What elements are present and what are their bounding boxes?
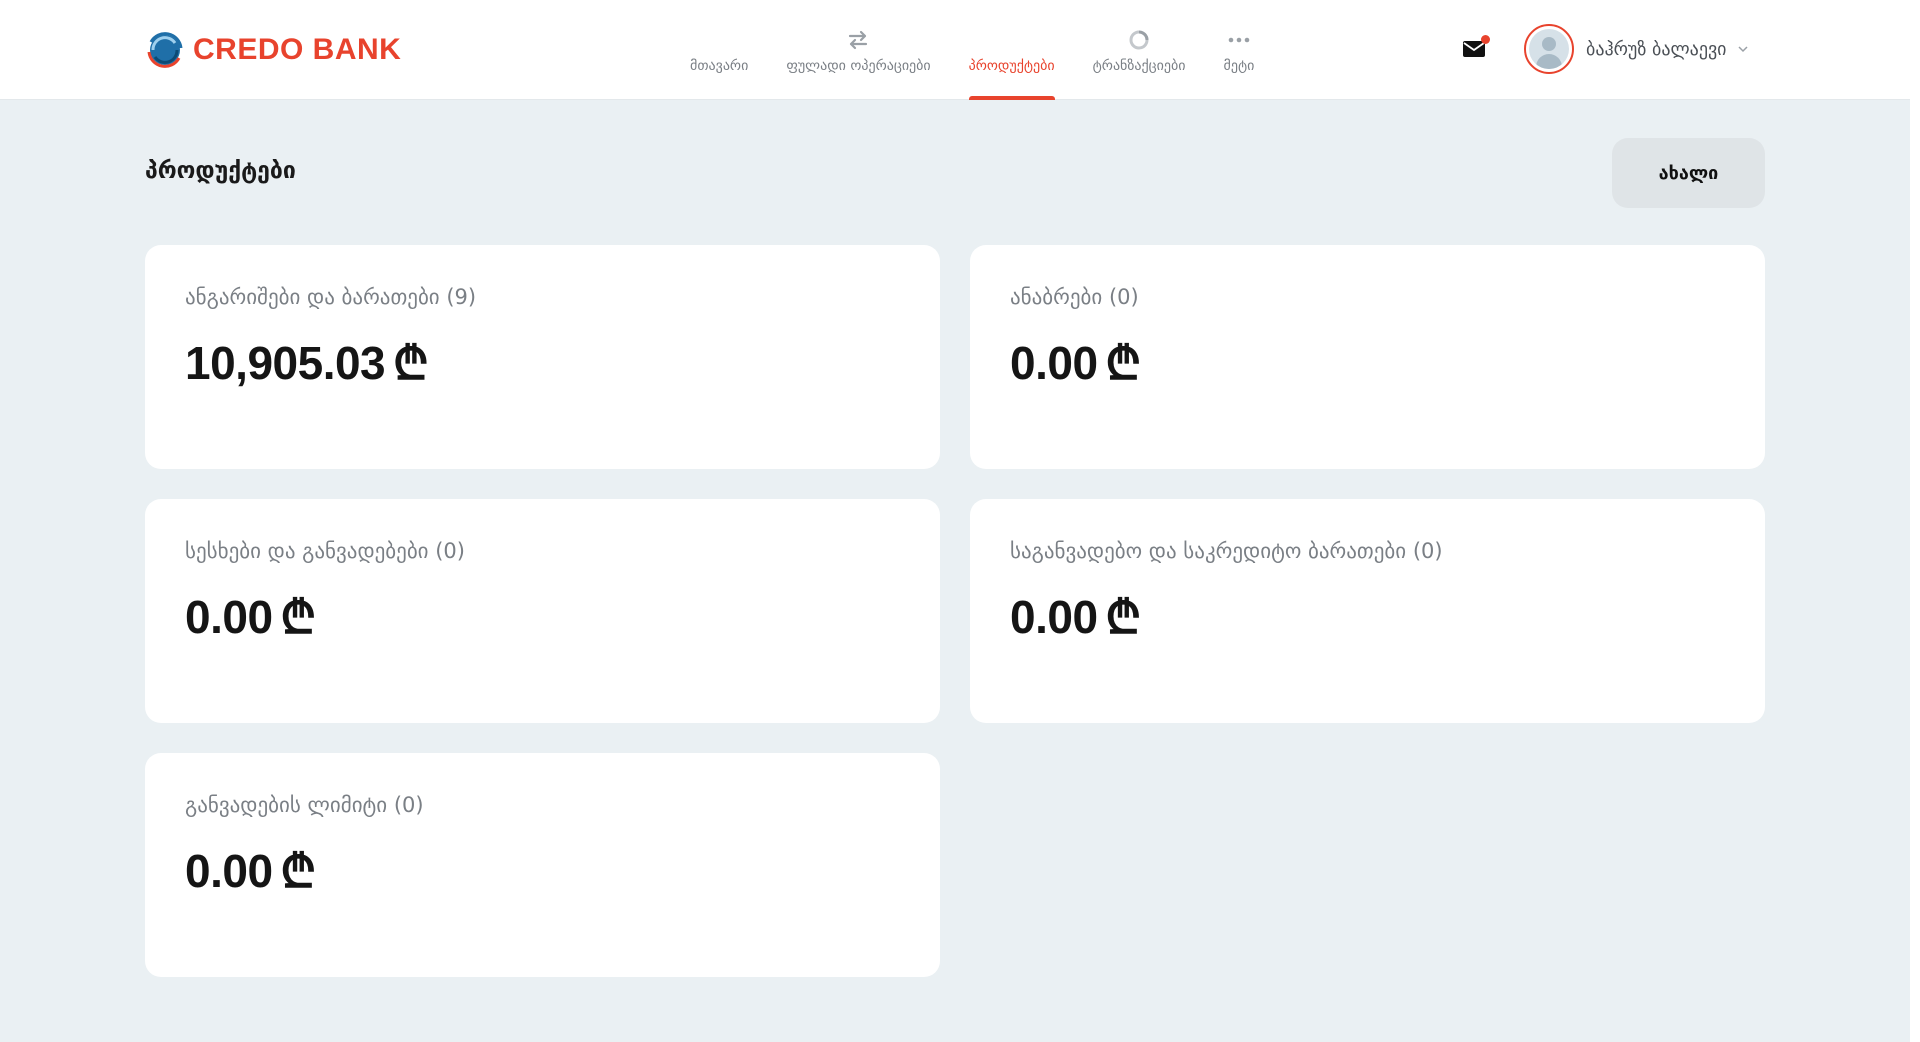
- top-header: CREDO BANK მთავარი ფულადი ოპერაციები პრო…: [0, 0, 1910, 100]
- lari-currency-icon: ₾: [1105, 591, 1141, 643]
- product-card-installment-limit[interactable]: განვადების ლიმიტი (0) 0.00 ₾: [145, 753, 940, 977]
- page-scrollbar[interactable]: [1910, 0, 1920, 1042]
- credo-bank-logo[interactable]: CREDO BANK: [145, 30, 401, 70]
- user-avatar-icon: [1529, 29, 1569, 69]
- chevron-down-icon: [1737, 46, 1748, 53]
- user-name: ბაჰრუზ ბალაევი: [1586, 38, 1727, 60]
- lari-currency-icon: ₾: [393, 337, 429, 389]
- product-card-loans[interactable]: სესხები და განვადებები (0) 0.00 ₾: [145, 499, 940, 723]
- card-amount: 10,905.03 ₾: [185, 337, 429, 389]
- main-nav: მთავარი ფულადი ოპერაციები პროდუქტები ტრა…: [690, 0, 1292, 100]
- notification-badge: [1481, 35, 1490, 44]
- product-card-credit-cards[interactable]: საგანვადებო და საკრედიტო ბარათები (0) 0.…: [970, 499, 1765, 723]
- card-amount: 0.00 ₾: [185, 845, 316, 897]
- mail-button[interactable]: [1462, 35, 1490, 62]
- nav-item-transactions[interactable]: ტრანზაქციები: [1093, 0, 1186, 100]
- transfer-arrows-icon: [847, 28, 869, 52]
- card-amount: 0.00 ₾: [185, 591, 316, 643]
- brand-name: CREDO BANK: [193, 33, 402, 66]
- card-title: სესხები და განვადებები (0): [185, 539, 465, 563]
- user-menu[interactable]: ბაჰრუზ ბალაევი: [1524, 24, 1749, 74]
- nav-item-label: ფულადი ოპერაციები: [786, 58, 931, 74]
- product-card-accounts-cards[interactable]: ანგარიშები და ბარათები (9) 10,905.03 ₾: [145, 245, 940, 469]
- nav-item-label: მთავარი: [690, 58, 749, 74]
- nav-item-money-operations[interactable]: ფულადი ოპერაციები: [786, 0, 931, 100]
- more-dots-icon: [1228, 28, 1250, 52]
- card-amount: 0.00 ₾: [1010, 337, 1141, 389]
- card-title: ანგარიშები და ბარათები (9): [185, 285, 477, 309]
- page-title: პროდუქტები: [145, 158, 296, 184]
- card-title: საგანვადებო და საკრედიტო ბარათები (0): [1010, 539, 1443, 563]
- nav-item-label: მეტი: [1223, 58, 1255, 74]
- credo-logo-icon: [145, 30, 185, 70]
- avatar: [1524, 24, 1574, 74]
- transactions-icon: [1128, 28, 1150, 52]
- lari-currency-icon: ₾: [280, 591, 316, 643]
- card-title: განვადების ლიმიტი (0): [185, 793, 424, 817]
- lari-currency-icon: ₾: [1105, 337, 1141, 389]
- nav-item-home[interactable]: მთავარი: [690, 0, 748, 100]
- card-title: ანაბრები (0): [1010, 285, 1139, 309]
- nav-item-label: ტრანზაქციები: [1092, 58, 1186, 74]
- new-product-button[interactable]: ახალი: [1612, 138, 1765, 208]
- nav-item-label: პროდუქტები: [968, 58, 1055, 74]
- lari-currency-icon: ₾: [280, 845, 316, 897]
- nav-item-more[interactable]: მეტი: [1223, 0, 1255, 100]
- nav-item-products[interactable]: პროდუქტები: [968, 0, 1055, 100]
- card-amount: 0.00 ₾: [1010, 591, 1141, 643]
- product-card-deposits[interactable]: ანაბრები (0) 0.00 ₾: [970, 245, 1765, 469]
